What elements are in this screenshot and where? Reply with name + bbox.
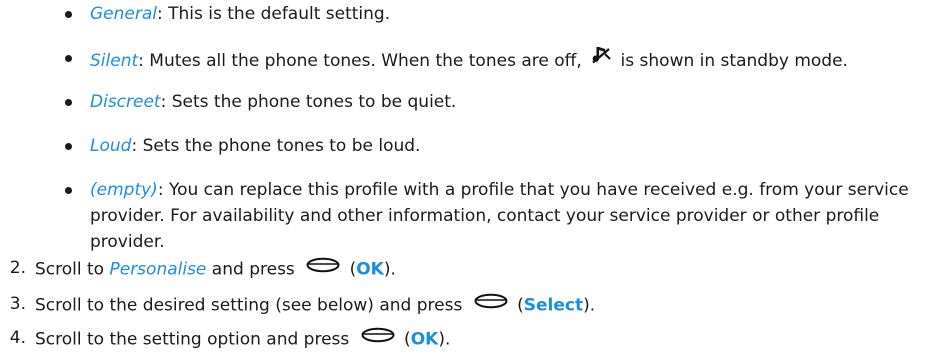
profile-description: Sets the phone tones to be quiet.: [171, 92, 457, 112]
step-text: Scroll to the desired setting (see below…: [35, 295, 468, 316]
profile-name: Discreet: [90, 92, 161, 112]
separator: :: [138, 51, 150, 71]
softkey-label-ok: OK: [410, 329, 439, 350]
profile-name: (empty): [90, 180, 158, 200]
menu-name-personalise: Personalise: [109, 259, 207, 280]
list-item-silent: Silent: Mutes all the phone tones. When …: [65, 45, 940, 77]
selection-key-icon: [474, 291, 508, 317]
separator: :: [160, 92, 172, 112]
profile-description-start: Mutes all the phone tones. When the tone…: [149, 51, 588, 71]
profile-name: Silent: [90, 51, 139, 71]
separator: :: [157, 4, 169, 24]
separator: :: [157, 180, 169, 200]
profile-description-end: is shown in standby mode.: [615, 51, 848, 71]
step-text: and press: [206, 259, 301, 280]
list-item-general: General: This is the default setting.: [65, 1, 940, 27]
profile-description: This is the default setting.: [168, 4, 391, 24]
step-text: Scroll to the setting option and press: [35, 329, 355, 350]
step-text: Scroll to: [35, 259, 110, 280]
bullet-icon: [65, 99, 72, 106]
bullet-icon: [65, 187, 72, 194]
profile-description: Sets the phone tones to be loud.: [142, 136, 421, 156]
selection-key-icon: [306, 255, 340, 281]
profile-description: You can replace this profile with a prof…: [90, 180, 909, 252]
step-number: 2.: [9, 258, 26, 278]
bullet-icon: [65, 55, 72, 62]
step-number: 4.: [9, 328, 26, 348]
softkey-label-select: Select: [523, 295, 584, 316]
separator: :: [131, 136, 143, 156]
softkey-label-ok: OK: [356, 259, 384, 280]
selection-key-icon: [361, 325, 395, 351]
profile-name: Loud: [90, 136, 132, 156]
list-item-discreet: Discreet: Sets the phone tones to be qui…: [65, 89, 940, 115]
list-item-loud: Loud: Sets the phone tones to be loud.: [65, 133, 940, 159]
bullet-icon: [65, 143, 72, 150]
profile-name: General: [90, 4, 157, 24]
list-item-empty: (empty): You can replace this profile wi…: [65, 177, 940, 255]
bullet-icon: [65, 11, 72, 18]
silent-mode-icon: [590, 45, 612, 73]
step-number: 3.: [9, 294, 26, 314]
